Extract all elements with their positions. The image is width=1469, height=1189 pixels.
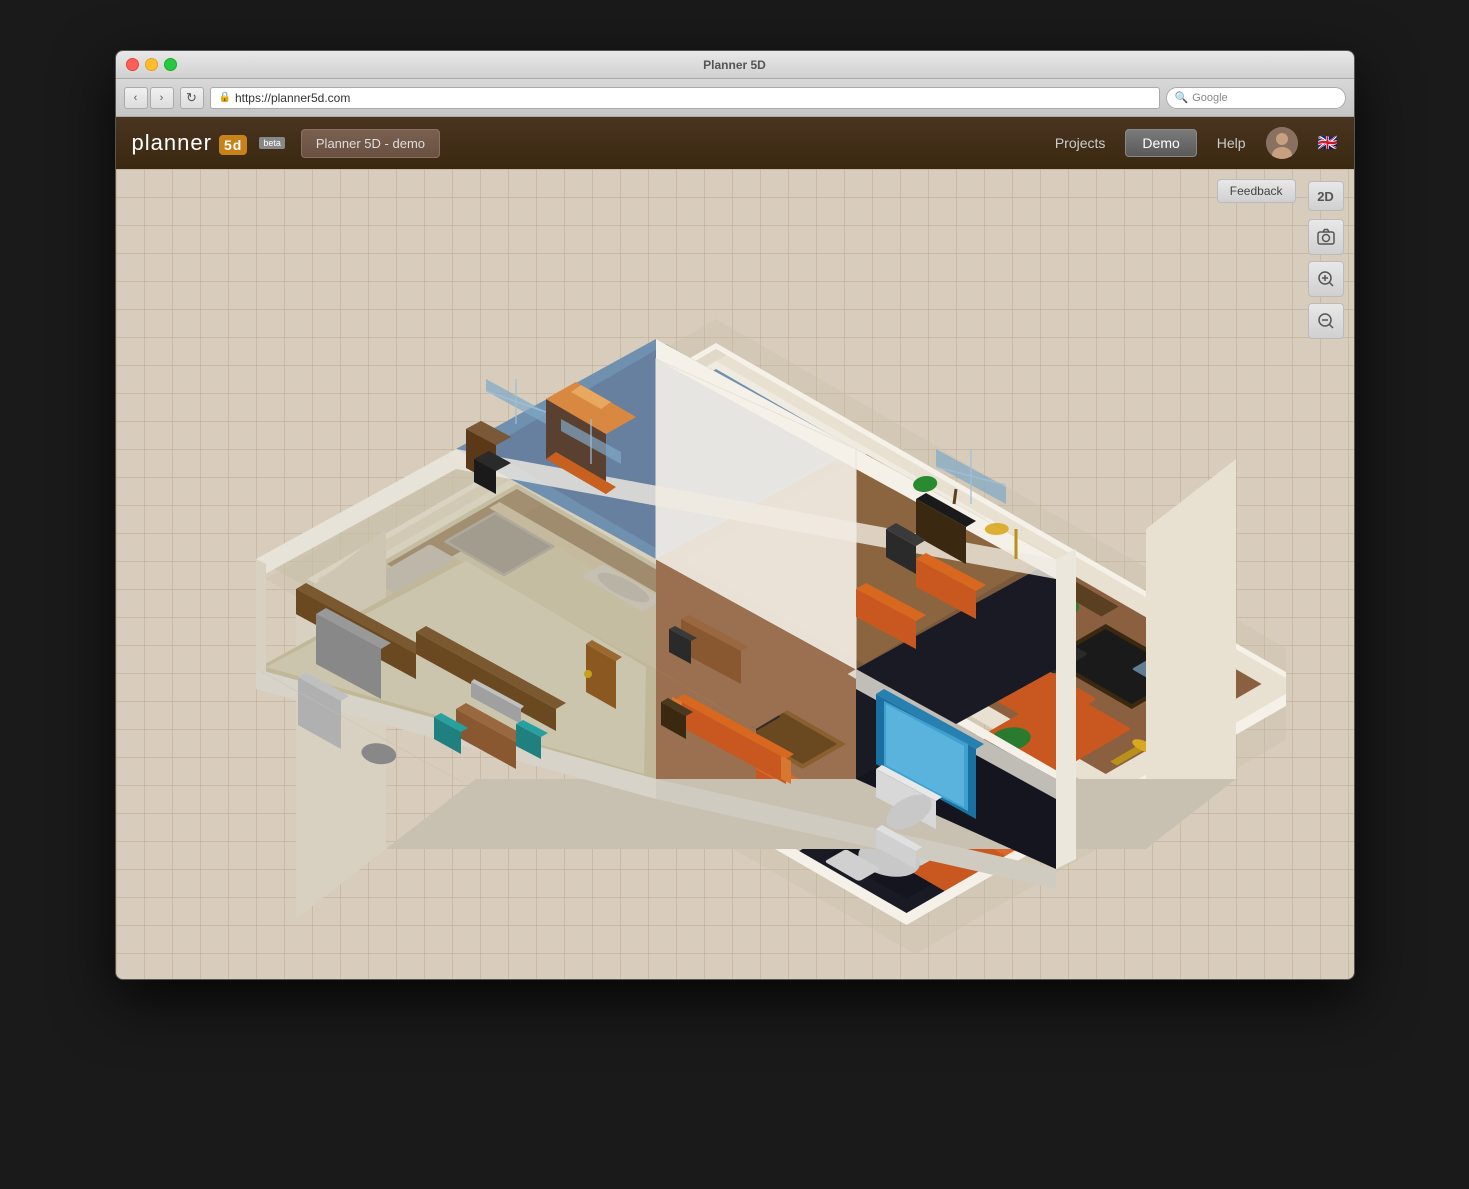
search-placeholder: Google: [1192, 92, 1227, 104]
nav-projects[interactable]: Projects: [1055, 135, 1106, 151]
back-button[interactable]: ‹: [124, 87, 148, 109]
beta-badge: beta: [259, 137, 285, 149]
logo-box: 5d: [219, 135, 247, 155]
user-avatar[interactable]: [1266, 127, 1298, 159]
logo-word: planner: [132, 130, 212, 155]
traffic-lights: [126, 58, 177, 71]
forward-button[interactable]: ›: [150, 87, 174, 109]
minimize-button[interactable]: [145, 58, 158, 71]
address-bar[interactable]: 🔒 https://planner5d.com: [210, 87, 1160, 109]
reload-button[interactable]: ↻: [180, 87, 204, 109]
app-window: Planner 5D ‹ › ↻ 🔒 https://planner5d.com…: [115, 50, 1355, 980]
nav-help[interactable]: Help: [1217, 135, 1246, 151]
search-icon: 🔍: [1175, 91, 1189, 104]
browser-toolbar: ‹ › ↻ 🔒 https://planner5d.com 🔍 Google: [116, 79, 1354, 117]
main-content: Feedback 2D: [116, 169, 1354, 980]
zoom-out-icon: [1316, 311, 1336, 331]
maximize-button[interactable]: [164, 58, 177, 71]
close-button[interactable]: [126, 58, 139, 71]
zoom-in-icon: [1316, 269, 1336, 289]
zoom-out-button[interactable]: [1308, 303, 1344, 339]
demo-button[interactable]: Demo: [1125, 129, 1196, 157]
app-header: planner 5d beta Planner 5D - demo Projec…: [116, 117, 1354, 169]
feedback-button[interactable]: Feedback: [1217, 179, 1296, 203]
zoom-in-button[interactable]: [1308, 261, 1344, 297]
nav-buttons: ‹ ›: [124, 87, 174, 109]
right-panel: [1308, 219, 1344, 339]
url-text: https://planner5d.com: [235, 91, 350, 105]
screenshot-button[interactable]: [1308, 219, 1344, 255]
title-bar: Planner 5D: [116, 51, 1354, 79]
search-bar[interactable]: 🔍 Google: [1166, 87, 1346, 109]
camera-icon: [1316, 227, 1336, 247]
window-title: Planner 5D: [703, 58, 766, 72]
language-flag[interactable]: 🇬🇧: [1318, 133, 1338, 153]
logo-area: planner 5d beta: [132, 130, 285, 156]
floorplan-3d: [156, 189, 1256, 939]
project-name-tab[interactable]: Planner 5D - demo: [301, 129, 440, 158]
header-nav: Projects Demo Help 🇬🇧: [1055, 127, 1338, 159]
lock-icon: 🔒: [219, 92, 231, 103]
logo-text: planner 5d: [132, 130, 248, 156]
